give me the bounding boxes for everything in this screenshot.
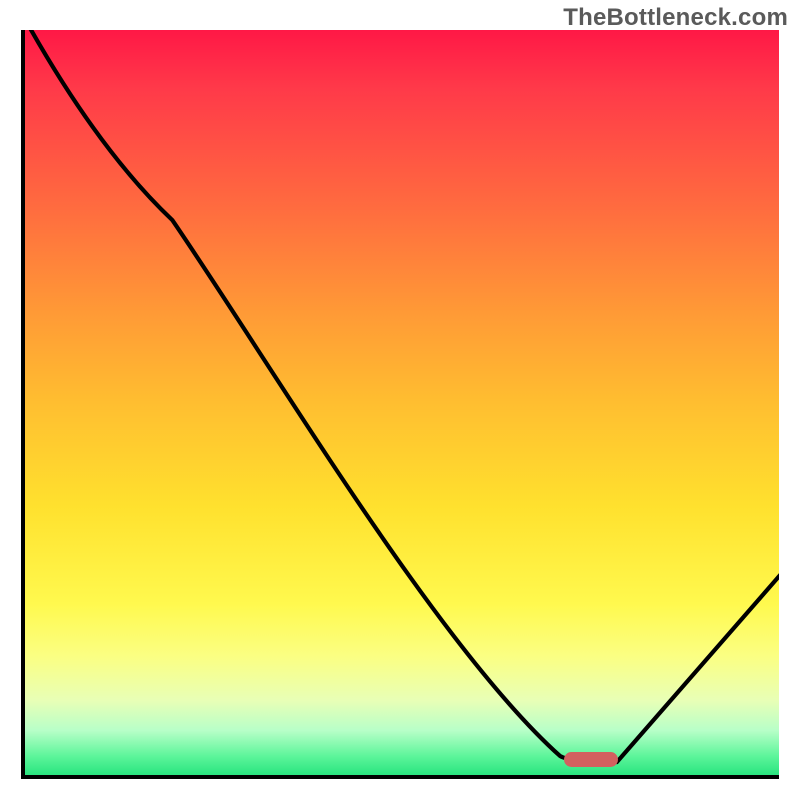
curve-overlay: [25, 30, 779, 775]
chart-container: TheBottleneck.com: [0, 0, 800, 800]
plot-area: [21, 30, 779, 779]
watermark-text: TheBottleneck.com: [563, 4, 788, 32]
optimal-zone-marker: [564, 752, 618, 767]
bottleneck-curve-path: [30, 30, 779, 762]
